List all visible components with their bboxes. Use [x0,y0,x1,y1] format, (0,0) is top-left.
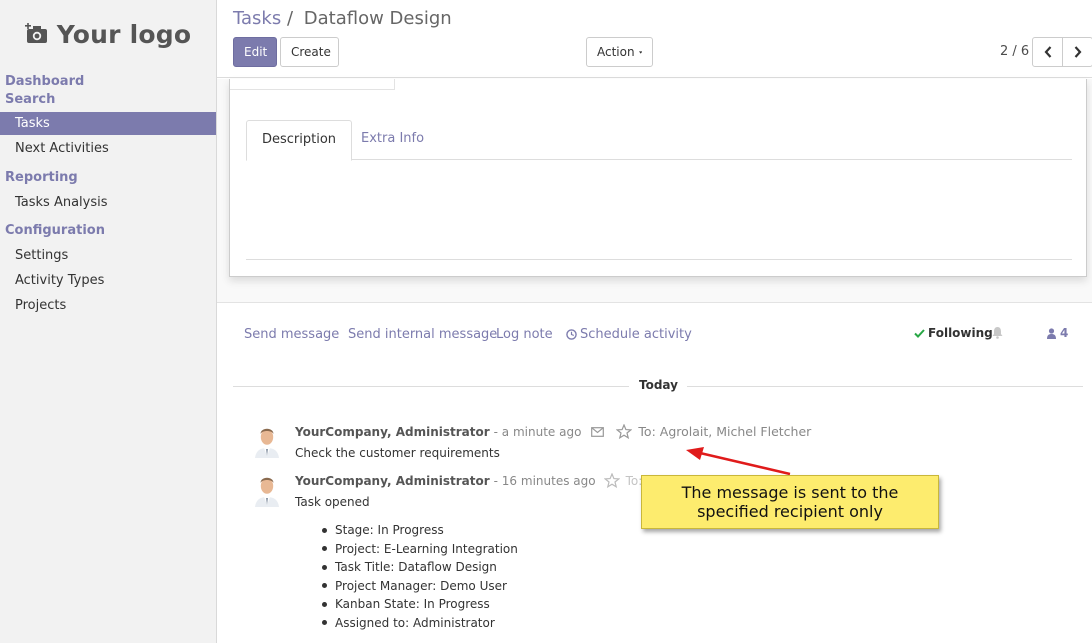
bell-icon [992,327,1003,339]
following-label: Following [928,326,993,340]
day-separator: Today [233,378,1083,396]
caret-down-icon [638,50,642,54]
edit-button[interactable]: Edit [233,37,277,67]
pager-next-button[interactable] [1062,37,1092,67]
breadcrumb-separator: / [286,8,294,29]
star-icon[interactable] [603,473,620,488]
user-icon [1047,327,1056,339]
chevron-left-icon [1044,46,1051,58]
callout-line-2: specified recipient only [697,502,883,521]
menu-search[interactable]: Search [0,91,216,109]
breadcrumb-tasks-link[interactable]: Tasks [233,8,281,29]
message-time: - a minute ago [493,424,582,439]
notification-settings[interactable] [992,326,1003,343]
control-panel: Tasks / Dataflow Design Edit Create Acti… [217,0,1092,78]
check-icon [914,328,925,338]
message-body: Check the customer requirements [295,446,500,460]
message-author[interactable]: YourCompany, Administrator [295,425,490,439]
form-sheet: Description Extra Info [229,79,1087,277]
action-label: Action [597,45,635,59]
tracking-item: Task Title: Dataflow Design [322,558,518,577]
description-field-border [246,259,1072,260]
message-time: - 16 minutes ago [493,473,596,488]
sidebar-item-activity-types[interactable]: Activity Types [0,269,216,292]
message-header: YourCompany, Administrator - a minute ag… [295,424,811,439]
message-recipients: To: Agrolait, Michel Fletcher [638,424,812,439]
sidebar: Your logo Dashboard Search Tasks Next Ac… [0,0,217,643]
annotation-callout: The message is sent to the specified rec… [641,475,939,529]
callout-line-1: The message is sent to the [681,483,899,502]
tracking-item: Project Manager: Demo User [322,577,518,596]
message-header: YourCompany, Administrator - 16 minutes … [295,473,659,488]
log-note-button[interactable]: Log note [496,327,553,342]
clock-icon [566,329,577,340]
pager-previous-button[interactable] [1032,37,1063,67]
tracking-item: Project: E-Learning Integration [322,540,518,559]
logo-text: Your logo [56,19,192,49]
form-view: Description Extra Info [217,79,1092,303]
menu-dashboard[interactable]: Dashboard [0,73,216,91]
tracking-item: Assigned to: Administrator [322,614,518,633]
company-logo[interactable]: Your logo [0,0,216,68]
message-author[interactable]: YourCompany, Administrator [295,474,490,488]
message-body: Task opened [295,495,370,509]
create-button[interactable]: Create [280,37,339,67]
camera-plus-icon [24,23,47,43]
tab-description[interactable]: Description [246,120,353,161]
send-message-button[interactable]: Send message [244,327,339,342]
sidebar-item-settings[interactable]: Settings [0,244,216,267]
followers-count: 4 [1060,326,1069,340]
followers-button[interactable]: 4 [1047,326,1068,340]
envelope-icon[interactable] [591,426,605,437]
tab-extra-info[interactable]: Extra Info [346,120,439,160]
tracking-values-list: Stage: In Progress Project: E-Learning I… [322,521,518,632]
sidebar-item-next-activities[interactable]: Next Activities [0,137,216,160]
menu-reporting[interactable]: Reporting [0,169,216,187]
notebook-tabs: Description Extra Info [246,120,1072,161]
breadcrumb-current: Dataflow Design [303,8,452,29]
field-divider [230,79,395,90]
send-internal-message-button[interactable]: Send internal message [348,327,497,342]
following-button[interactable]: Following [914,326,993,340]
star-icon[interactable] [616,424,633,439]
tracking-item: Kanban State: In Progress [322,595,518,614]
sidebar-item-tasks[interactable]: Tasks [0,112,216,135]
sidebar-item-projects[interactable]: Projects [0,294,216,317]
day-label: Today [639,378,678,392]
avatar [252,471,282,507]
menu-configuration[interactable]: Configuration [0,222,216,240]
annotation-arrow-icon [686,447,791,476]
schedule-activity-button[interactable]: Schedule activity [566,327,692,342]
avatar [252,422,282,458]
chevron-right-icon [1074,46,1081,58]
tracking-item: Stage: In Progress [322,521,518,540]
schedule-activity-label: Schedule activity [580,327,692,342]
pager-value[interactable]: 2 / 6 [1000,44,1029,59]
action-dropdown[interactable]: Action [586,37,653,67]
sidebar-item-tasks-analysis[interactable]: Tasks Analysis [0,191,216,214]
breadcrumb: Tasks / Dataflow Design [233,8,452,29]
